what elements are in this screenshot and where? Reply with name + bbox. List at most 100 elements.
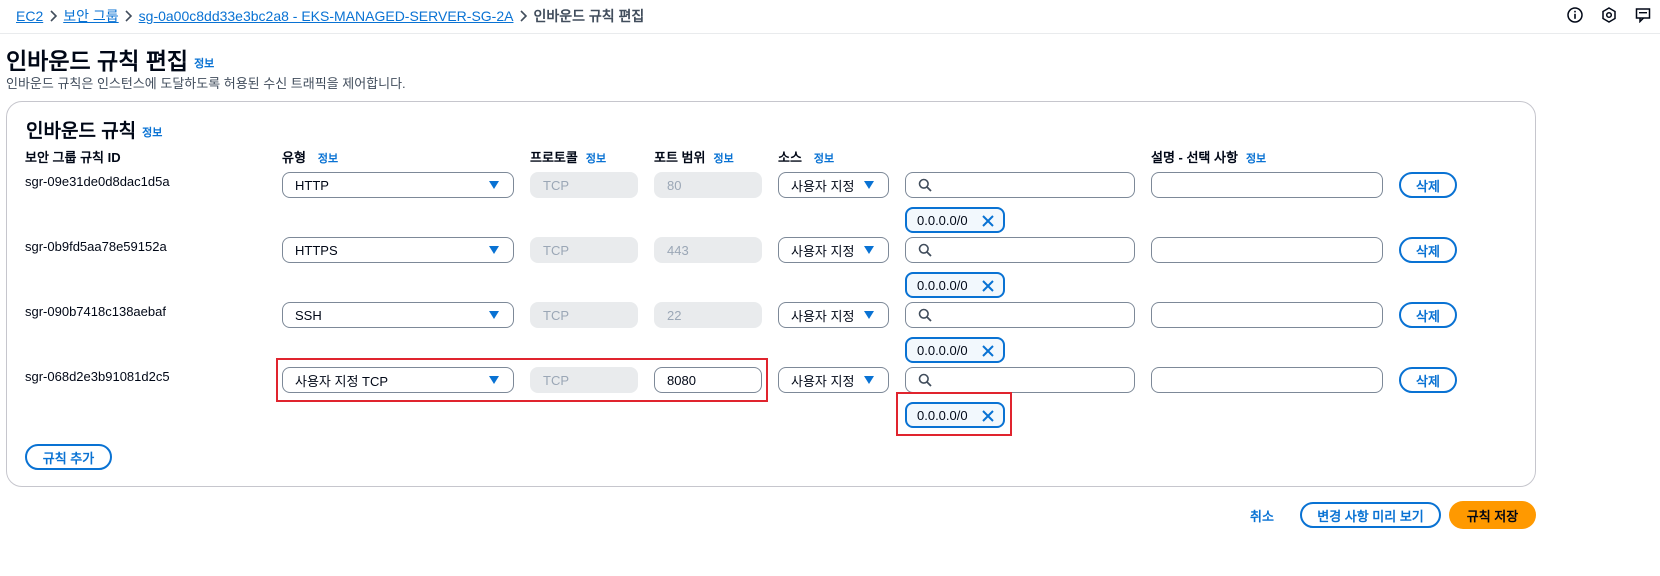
preview-changes-button[interactable]: 변경 사항 미리 보기: [1300, 502, 1441, 528]
source-search-input[interactable]: [905, 302, 1135, 328]
top-bar: EC2 보안 그룹 sg-0a00c8dd33e3bc2a8 - EKS-MAN…: [0, 0, 1660, 34]
source-token-label: 0.0.0.0/0: [917, 277, 968, 293]
rule-id: sgr-090b7418c138aebaf: [25, 304, 166, 319]
search-icon: [918, 373, 932, 387]
caret-down-icon: [864, 246, 874, 254]
search-icon: [918, 308, 932, 322]
source-type-select[interactable]: 사용자 지정: [778, 302, 889, 328]
port-range-input[interactable]: 8080: [654, 367, 762, 393]
type-select[interactable]: HTTPS: [282, 237, 514, 263]
source-token-label: 0.0.0.0/0: [917, 212, 968, 228]
type-info-link[interactable]: 정보: [318, 153, 338, 165]
rule-id: sgr-0b9fd5aa78e59152a: [25, 239, 167, 254]
breadcrumb-current: 인바운드 규칙 편집: [533, 8, 645, 24]
protocol-input: TCP: [530, 367, 638, 393]
source-search-input[interactable]: [905, 237, 1135, 263]
page-title: 인바운드 규칙 편집 정보: [6, 42, 214, 76]
source-token-label: 0.0.0.0/0: [917, 407, 968, 423]
column-header-rule-id: 보안 그룹 규칙 ID: [25, 147, 121, 166]
breadcrumb-security-group[interactable]: sg-0a00c8dd33e3bc2a8 - EKS-MANAGED-SERVE…: [139, 8, 514, 24]
source-type-value: 사용자 지정: [791, 373, 855, 389]
type-select-value: HTTPS: [295, 242, 338, 258]
caret-down-icon: [864, 181, 874, 189]
page-title-text: 인바운드 규칙 편집: [6, 48, 189, 74]
delete-button[interactable]: 삭제: [1399, 367, 1457, 393]
caret-down-icon: [489, 376, 499, 384]
column-header-port-range: 포트 범위 정보: [654, 147, 734, 166]
type-select-value: HTTP: [295, 177, 329, 193]
source-type-select[interactable]: 사용자 지정: [778, 237, 889, 263]
column-source-label: 소스: [778, 150, 802, 165]
chevron-right-icon: [43, 8, 63, 24]
protocol-info-link[interactable]: 정보: [586, 153, 606, 165]
source-token: 0.0.0.0/0: [905, 207, 1005, 233]
source-token: 0.0.0.0/0: [905, 272, 1005, 298]
delete-button[interactable]: 삭제: [1399, 302, 1457, 328]
port-range-input: 80: [654, 172, 762, 198]
column-rule-id-label: 보안 그룹 규칙 ID: [25, 150, 121, 165]
caret-down-icon: [864, 376, 874, 384]
source-token: 0.0.0.0/0: [905, 337, 1005, 363]
column-header-protocol: 프로토콜 정보: [530, 147, 606, 166]
page-info-link[interactable]: 정보: [194, 58, 214, 70]
description-input[interactable]: [1151, 172, 1383, 198]
type-select[interactable]: 사용자 지정 TCP: [282, 367, 514, 393]
info-circle-icon[interactable]: [1558, 4, 1592, 26]
column-port-range-label: 포트 범위: [654, 150, 706, 165]
close-icon[interactable]: [981, 344, 995, 358]
source-type-select[interactable]: 사용자 지정: [778, 172, 889, 198]
description-input[interactable]: [1151, 237, 1383, 263]
container-info-link[interactable]: 정보: [142, 127, 162, 139]
cancel-button[interactable]: 취소: [1250, 506, 1274, 525]
delete-button[interactable]: 삭제: [1399, 172, 1457, 198]
breadcrumb-ec2[interactable]: EC2: [16, 8, 43, 24]
container-title: 인바운드 규칙 정보: [26, 116, 162, 143]
breadcrumb-security-groups[interactable]: 보안 그룹: [63, 6, 118, 26]
description-input[interactable]: [1151, 367, 1383, 393]
port-range-input: 22: [654, 302, 762, 328]
type-select-value: SSH: [295, 307, 322, 323]
container-title-text: 인바운드 규칙: [26, 121, 137, 142]
port-range-info-link[interactable]: 정보: [713, 153, 733, 165]
chevron-right-icon: [513, 8, 533, 24]
source-type-value: 사용자 지정: [791, 308, 855, 324]
source-search-input[interactable]: [905, 172, 1135, 198]
column-type-label: 유형: [282, 150, 306, 165]
close-icon[interactable]: [981, 279, 995, 293]
source-token-label: 0.0.0.0/0: [917, 342, 968, 358]
source-type-value: 사용자 지정: [791, 243, 855, 259]
type-select[interactable]: HTTP: [282, 172, 514, 198]
rule-id: sgr-09e31de0d8dac1d5a: [25, 174, 170, 189]
type-select[interactable]: SSH: [282, 302, 514, 328]
source-type-value: 사용자 지정: [791, 178, 855, 194]
close-icon[interactable]: [981, 214, 995, 228]
port-range-input: 443: [654, 237, 762, 263]
rule-id: sgr-068d2e3b91081d2c5: [25, 369, 170, 384]
delete-button[interactable]: 삭제: [1399, 237, 1457, 263]
source-info-link[interactable]: 정보: [814, 153, 834, 165]
protocol-input: TCP: [530, 237, 638, 263]
breadcrumb: EC2 보안 그룹 sg-0a00c8dd33e3bc2a8 - EKS-MAN…: [16, 6, 644, 26]
source-type-select[interactable]: 사용자 지정: [778, 367, 889, 393]
description-info-link[interactable]: 정보: [1246, 153, 1266, 165]
column-header-description: 설명 - 선택 사항 정보: [1151, 147, 1266, 166]
settings-gear-icon[interactable]: [1592, 4, 1626, 26]
protocol-input: TCP: [530, 302, 638, 328]
add-rule-button[interactable]: 규칙 추가: [25, 444, 112, 470]
source-token: 0.0.0.0/0: [905, 402, 1005, 428]
column-header-type: 유형 정보: [282, 147, 338, 166]
caret-down-icon: [489, 246, 499, 254]
search-icon: [918, 243, 932, 257]
chevron-right-icon: [119, 8, 139, 24]
protocol-input: TCP: [530, 172, 638, 198]
inbound-rules-container: 인바운드 규칙 정보: [6, 101, 1536, 487]
save-rules-button[interactable]: 규칙 저장: [1449, 501, 1536, 529]
description-input[interactable]: [1151, 302, 1383, 328]
caret-down-icon: [864, 311, 874, 319]
close-icon[interactable]: [981, 409, 995, 423]
column-protocol-label: 프로토콜: [530, 150, 578, 165]
source-search-input[interactable]: [905, 367, 1135, 393]
caret-down-icon: [489, 311, 499, 319]
search-icon: [918, 178, 932, 192]
feedback-icon[interactable]: [1626, 4, 1660, 26]
